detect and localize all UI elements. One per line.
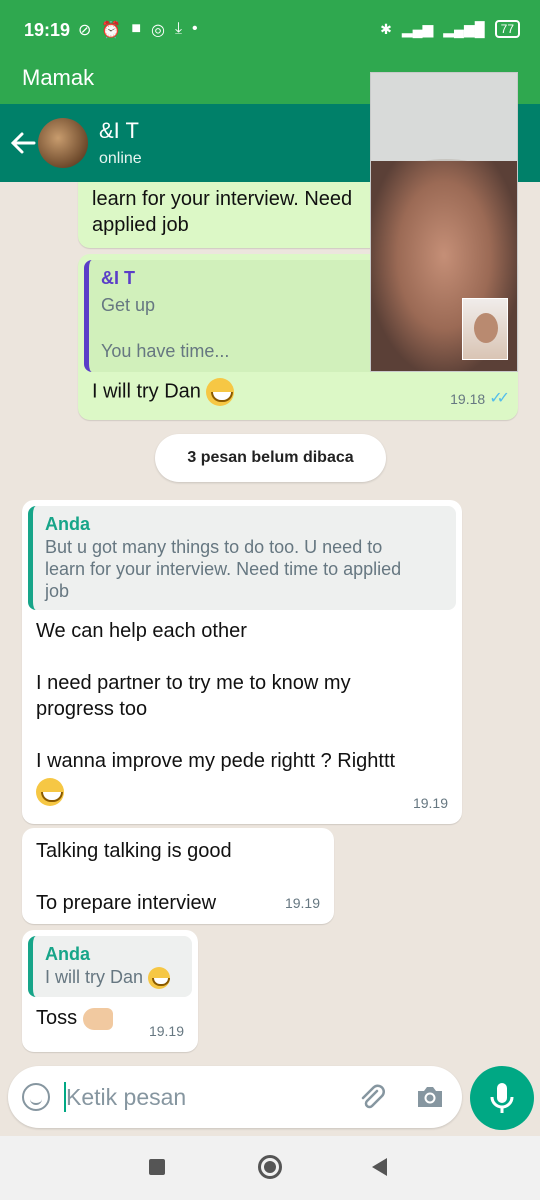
pointing-hand-emoji-icon (82, 1007, 113, 1030)
message-incoming[interactable]: Anda But u got many things to do too. U … (22, 500, 462, 824)
message-text: I need partner to try me to know my (36, 672, 351, 694)
self-video-preview[interactable] (462, 298, 508, 360)
quote-text: job (45, 581, 70, 601)
message-meta: 19.19 (413, 790, 448, 816)
more-dot-icon: • (192, 20, 198, 37)
quote-text: learn for your interview. Need time to a… (45, 559, 402, 579)
message-time: 19.18 (450, 391, 486, 407)
signal-1-icon: ▂▄▆ (401, 20, 434, 37)
message-meta: 19.19 (149, 1018, 184, 1044)
battery-icon: 77 (494, 20, 520, 38)
camera-icon[interactable] (415, 1083, 445, 1111)
bluetooth-icon: ✱ (380, 20, 392, 37)
video-icon: ■ (131, 20, 141, 37)
call-contact-name: Mamak (22, 65, 95, 90)
self-video-face (474, 313, 498, 343)
quote-text: I will try Dan (45, 966, 180, 990)
quote-text: But u got many things to do too. U need … (45, 537, 383, 557)
message-input-bar: Ketik pesan (8, 1066, 462, 1128)
status-bar: 19:19 ⊘ ⏰ ■ ◎ ⤓ • ✱ ▂▄▆ ▂▄▆█ 77 (0, 0, 540, 64)
unread-banner: 3 pesan belum dibaca (155, 434, 386, 482)
read-receipt-icon: ✓✓ (489, 390, 510, 407)
back-arrow-icon[interactable] (8, 128, 38, 158)
quote-text-content: I will try Dan (45, 967, 144, 987)
signal-2-icon: ▂▄▆█ (443, 20, 485, 37)
quoted-message[interactable]: Anda I will try Dan (28, 936, 192, 998)
contact-name[interactable]: &I T (99, 118, 139, 144)
message-text: progress too (36, 698, 148, 720)
alarm-icon: ⏰ (101, 22, 122, 39)
message-incoming[interactable]: Anda I will try Dan Toss 19.19 (22, 930, 198, 1052)
message-input[interactable]: Ketik pesan (66, 1084, 186, 1111)
message-text: Toss (36, 1007, 78, 1030)
download-icon: ⤓ (174, 20, 183, 37)
navigation-bar (0, 1136, 540, 1200)
back-icon[interactable] (372, 1158, 387, 1176)
message-incoming[interactable]: Talking talking is good To prepare inter… (22, 828, 334, 924)
contact-status: online (99, 150, 142, 167)
grinning-emoji-icon (36, 778, 64, 806)
message-meta: 19.19 (285, 890, 320, 916)
emoji-icon[interactable] (22, 1083, 50, 1111)
grinning-emoji-icon (148, 967, 171, 990)
message-text: To prepare interview (36, 892, 217, 914)
voice-message-button[interactable] (470, 1066, 534, 1130)
message-text: I will try Dan (92, 380, 201, 403)
notification-icons: ⊘ ⏰ ■ ◎ ⤓ • (78, 20, 198, 40)
mute-alarm-icon: ⊘ (78, 22, 92, 39)
message-meta: 19.18 ✓✓ (450, 386, 510, 412)
message-text: I wanna improve my pede rightt ? Righttt (36, 750, 396, 772)
system-icons: ✱ ▂▄▆ ▂▄▆█ 77 (380, 20, 520, 38)
message-text: We can help each other (36, 620, 247, 642)
message-time: 19.19 (148, 1023, 184, 1039)
clock: 19:19 (24, 20, 71, 40)
attach-icon[interactable] (357, 1082, 387, 1112)
quoted-message[interactable]: Anda But u got many things to do too. U … (28, 506, 456, 610)
message-body: I will try Dan (84, 372, 512, 406)
message-time: 19.19 (412, 795, 448, 811)
grinning-emoji-icon (206, 378, 235, 406)
home-icon[interactable] (258, 1155, 282, 1179)
microphone-icon (490, 1083, 514, 1113)
message-body: We can help each other I need partner to… (28, 610, 456, 806)
message-text: Talking talking is good (36, 840, 232, 862)
avatar[interactable] (38, 118, 88, 168)
instagram-icon: ◎ (151, 22, 165, 39)
message-time: 19.19 (284, 895, 320, 911)
recents-icon[interactable] (149, 1159, 165, 1175)
quote-author: Anda (45, 944, 90, 964)
quote-author: Anda (45, 514, 90, 534)
